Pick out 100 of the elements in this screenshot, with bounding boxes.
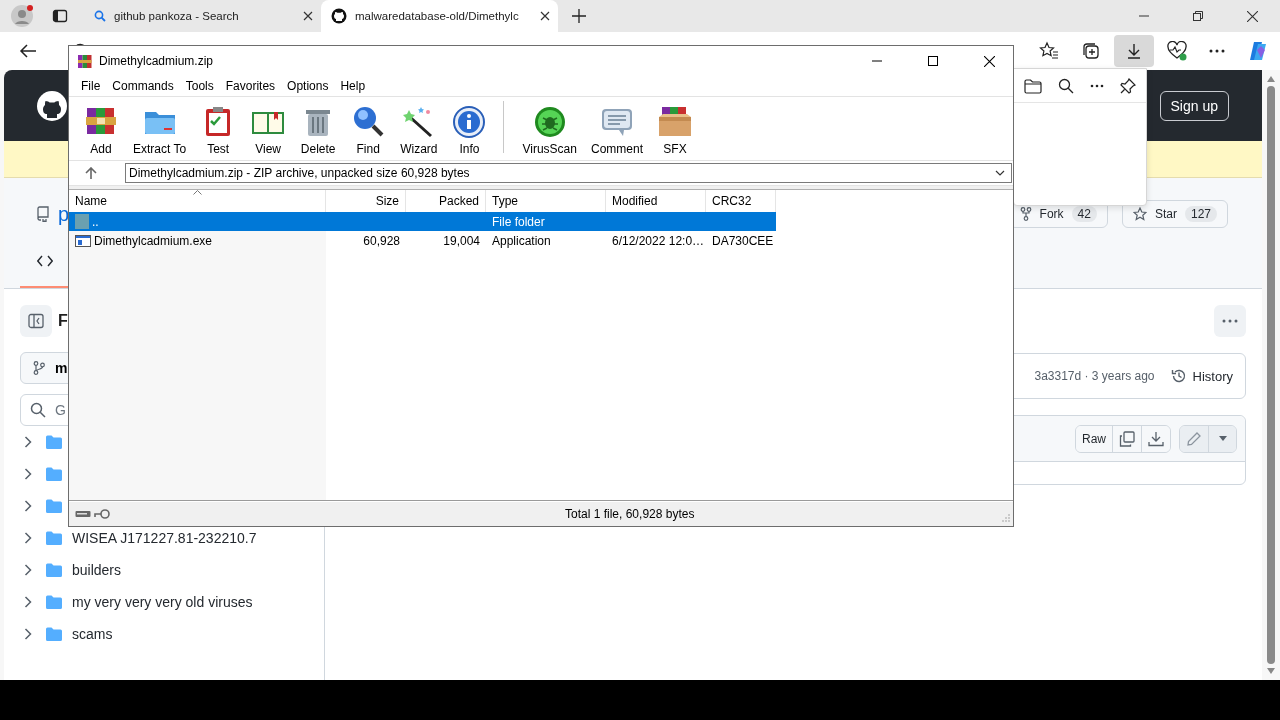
repo-name-link[interactable]: p <box>58 202 70 226</box>
menu-item[interactable]: Commands <box>106 79 180 93</box>
download-icon <box>1125 42 1143 60</box>
copilot-icon[interactable] <box>1247 40 1269 62</box>
toolbar-button[interactable]: Delete <box>300 104 337 156</box>
file-name[interactable]: Dimethylcadmium.exe <box>94 233 213 248</box>
folder-icon <box>46 435 62 449</box>
edit-button[interactable] <box>1180 425 1208 452</box>
toolbar-button[interactable]: Find <box>350 104 387 156</box>
table-cell: 6/12/2022 12:0… <box>612 233 705 248</box>
chevron-right-icon[interactable] <box>24 500 32 512</box>
sidebar-icon <box>28 313 44 329</box>
menu-item[interactable]: File <box>75 79 107 93</box>
folder-icon <box>46 531 62 545</box>
favorites-icon[interactable] <box>1039 41 1059 61</box>
pin-icon[interactable] <box>1120 77 1136 94</box>
file-name[interactable]: .. <box>92 214 99 229</box>
tab-actions-icon[interactable] <box>52 8 68 24</box>
dropdown-icon <box>995 170 1005 176</box>
sidebar-title: F <box>58 312 68 330</box>
search-icon <box>94 10 106 22</box>
new-tab-icon[interactable] <box>572 9 586 23</box>
sign-up-button[interactable]: Sign up <box>1159 90 1229 121</box>
collections-icon[interactable] <box>1081 41 1101 61</box>
toolbar-button[interactable]: Comment <box>590 104 643 156</box>
download-button[interactable] <box>1141 425 1170 452</box>
fork-icon <box>1019 207 1032 221</box>
more-icon[interactable] <box>1209 49 1225 53</box>
scroll-up-icon <box>1267 76 1275 82</box>
branch-icon <box>33 361 45 375</box>
repo-icon <box>36 206 50 222</box>
toolbar-button[interactable]: Wizard <box>400 104 438 156</box>
folder-icon <box>46 499 62 513</box>
scroll-thumb[interactable] <box>1267 86 1275 664</box>
scroll-down-icon <box>1267 668 1275 674</box>
info-icon <box>451 104 488 140</box>
resize-grip-icon[interactable] <box>1002 514 1010 522</box>
application-icon <box>75 234 91 247</box>
table-cell: 19,004 <box>443 233 480 248</box>
history-icon <box>1170 368 1187 384</box>
browser-tab[interactable]: malwaredatabase-old/Dimethylc <box>321 0 558 32</box>
close-icon[interactable] <box>1247 10 1258 22</box>
toolbar-button[interactable]: Add <box>83 104 119 156</box>
toolbar-button[interactable]: SFX <box>657 104 693 156</box>
pencil-icon <box>1186 430 1202 447</box>
counter-badge: 42 <box>1071 206 1097 222</box>
menu-item[interactable]: Favorites <box>219 79 282 93</box>
toolbar-button[interactable]: VirusScan <box>522 104 577 156</box>
toolbar-button[interactable]: View <box>250 104 287 156</box>
restore-icon[interactable] <box>1193 11 1203 21</box>
close-icon[interactable] <box>540 11 550 21</box>
menu-item[interactable]: Help <box>334 79 372 93</box>
folder-up-icon <box>75 214 89 229</box>
status-text: Total 1 file, 60,928 bytes <box>564 507 696 521</box>
folder-icon <box>46 627 62 641</box>
close-icon[interactable] <box>303 11 313 21</box>
browser-tab[interactable]: github pankoza - Search <box>84 0 321 32</box>
chevron-right-icon[interactable] <box>24 532 32 544</box>
toolbar-button[interactable]: Extract To <box>133 104 187 156</box>
tree-item[interactable]: my very very very old viruses <box>72 594 253 610</box>
drive-icon <box>75 510 91 518</box>
profile-icon[interactable] <box>10 4 34 28</box>
chevron-right-icon[interactable] <box>24 468 32 480</box>
table-cell: 60,928 <box>363 233 400 248</box>
chevron-right-icon[interactable] <box>24 564 32 576</box>
up-arrow-icon[interactable] <box>85 167 97 179</box>
health-icon[interactable] <box>1167 41 1187 61</box>
window-title: Dimethylcadmium.zip <box>99 54 214 68</box>
back-arrow-icon[interactable] <box>19 43 37 59</box>
chevron-right-icon[interactable] <box>24 596 32 608</box>
commit-info: 3a3317d · 3 years ago <box>1034 369 1155 383</box>
chevron-right-icon[interactable] <box>24 436 32 448</box>
folder-icon[interactable] <box>1024 77 1042 94</box>
github-icon <box>331 8 347 24</box>
copy-icon <box>1119 430 1135 447</box>
maximize-icon[interactable] <box>928 56 938 66</box>
toolbar-button[interactable]: Info <box>451 104 488 156</box>
downloads-button[interactable] <box>1114 35 1154 67</box>
close-icon[interactable] <box>984 55 995 67</box>
dropdown-button[interactable] <box>1208 425 1236 452</box>
more-icon[interactable] <box>1090 83 1104 88</box>
search-icon[interactable] <box>1058 77 1074 94</box>
menu-item[interactable]: Tools <box>179 79 220 93</box>
chevron-right-icon[interactable] <box>24 628 32 640</box>
history-button[interactable]: History <box>1170 368 1233 384</box>
code-icon <box>37 255 53 267</box>
sidebar-toggle-button[interactable] <box>20 305 52 337</box>
tree-item[interactable]: scams <box>72 626 113 642</box>
folder-icon <box>46 563 62 577</box>
more-icon <box>1222 319 1238 323</box>
menu-item[interactable]: Options <box>281 79 335 93</box>
path-field[interactable]: Dimethylcadmium.zip - ZIP archive, unpacked size 60,928 bytes <box>125 163 1012 183</box>
folder-icon <box>46 467 62 481</box>
star-button[interactable]: Star 127 <box>1121 200 1228 228</box>
table-cell: File folder <box>492 214 545 229</box>
tree-item[interactable]: WISEA J171227.81-232210.7 <box>72 530 257 546</box>
tree-item[interactable]: builders <box>72 562 122 578</box>
toolbar-button[interactable]: Test <box>200 104 237 156</box>
github-logo-icon <box>36 89 68 122</box>
selected-row[interactable]: .. File folder <box>69 212 776 231</box>
